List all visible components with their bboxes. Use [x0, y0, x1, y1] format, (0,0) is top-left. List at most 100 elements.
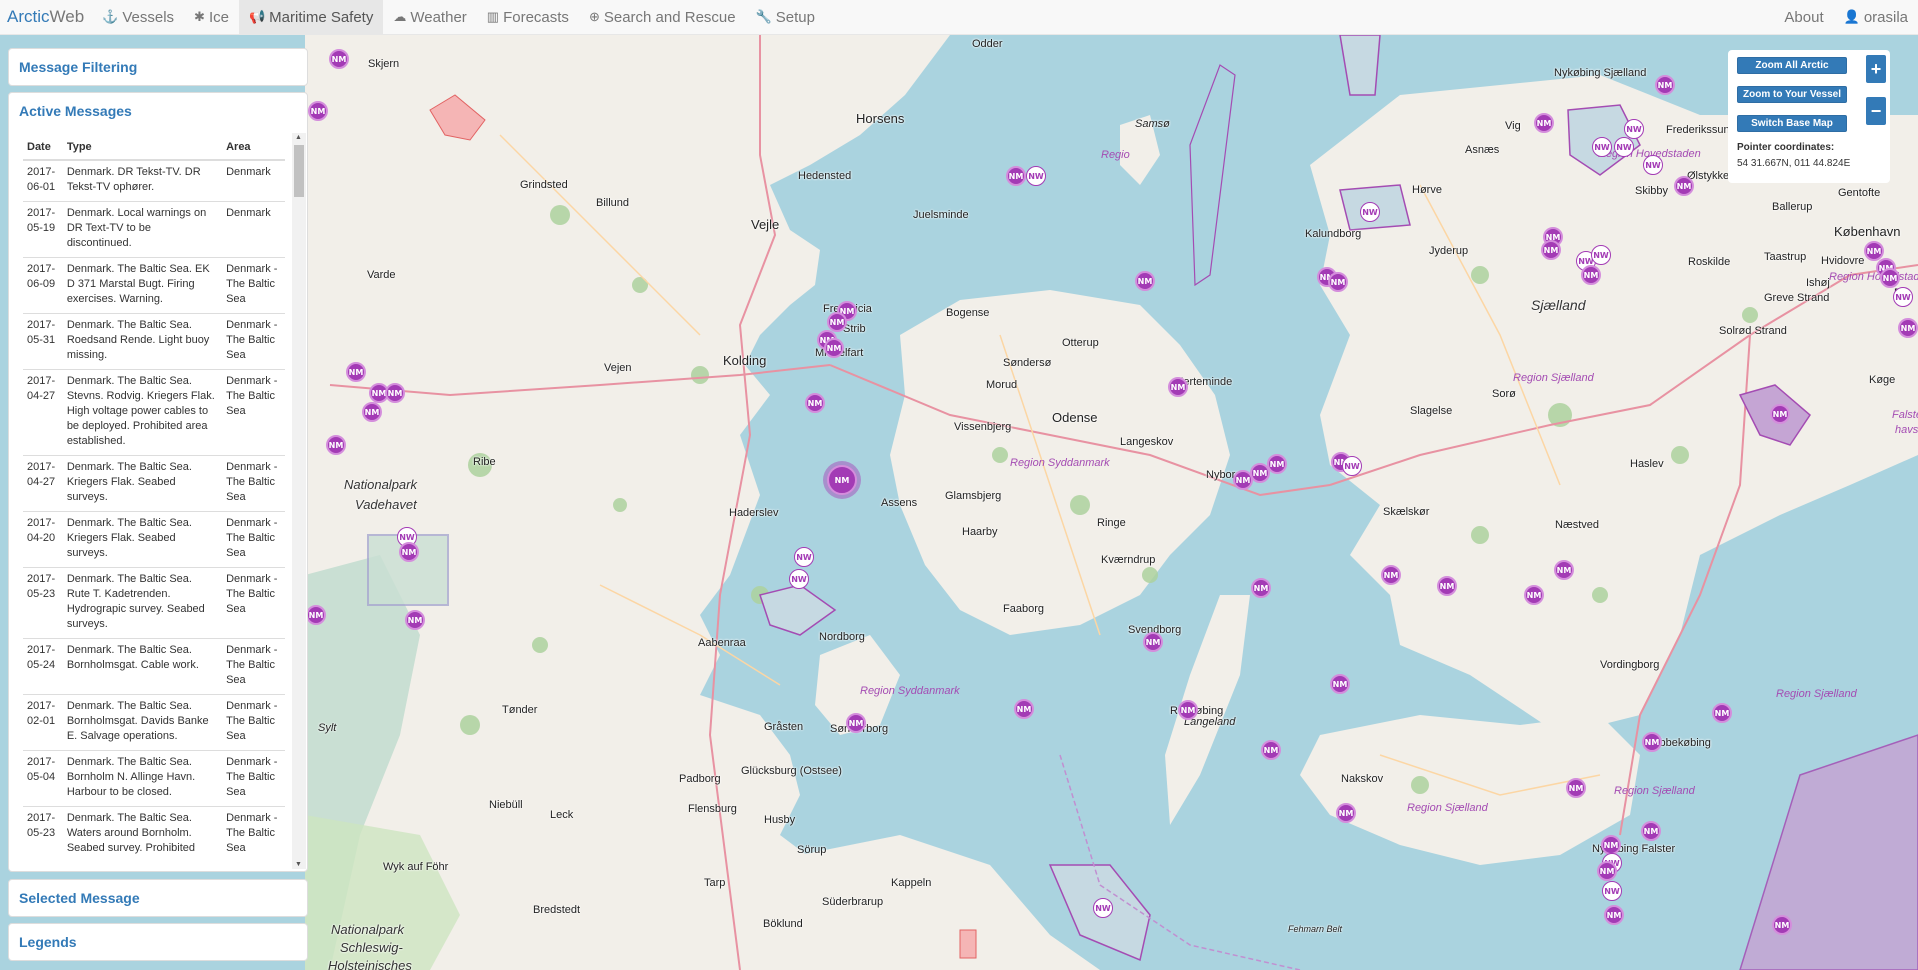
nav-forecasts[interactable]: ▥ Forecasts	[477, 0, 579, 35]
nm-marker[interactable]: NM	[1143, 632, 1163, 652]
nm-marker[interactable]: NM	[306, 605, 326, 625]
nav-setup[interactable]: 🔧 Setup	[746, 0, 825, 35]
nw-marker[interactable]: NW	[1026, 166, 1046, 186]
nav-about[interactable]: About	[1774, 0, 1833, 35]
nw-marker[interactable]: NW	[1360, 202, 1380, 222]
nw-marker[interactable]: NW	[1624, 119, 1644, 139]
scroll-up-icon[interactable]: ▲	[295, 134, 302, 141]
nav-vessels[interactable]: ⚓ Vessels	[92, 0, 184, 35]
scroll-down-icon[interactable]: ▼	[295, 861, 302, 868]
zoom-out-button[interactable]: −	[1866, 97, 1886, 125]
selected-nm-marker[interactable]: NM	[827, 465, 857, 495]
table-row[interactable]: 2017-05-31 Denmark. The Baltic Sea. Roeds…	[23, 313, 285, 370]
nw-marker[interactable]: NW	[789, 569, 809, 589]
nav-ice[interactable]: ✱ Ice	[184, 0, 239, 35]
nm-marker[interactable]: NM	[1554, 560, 1574, 580]
table-row[interactable]: 2017-04-27 Denmark. The Baltic Sea. Krieg…	[23, 455, 285, 512]
nw-marker[interactable]: NW	[1592, 137, 1612, 157]
nm-marker[interactable]: NM	[1880, 268, 1900, 288]
nm-marker[interactable]: NM	[1642, 732, 1662, 752]
nm-marker[interactable]: NM	[1437, 576, 1457, 596]
nm-marker[interactable]: NM	[846, 713, 866, 733]
zoom-in-button[interactable]: +	[1866, 55, 1886, 83]
nm-marker[interactable]: NM	[1641, 821, 1661, 841]
nm-marker[interactable]: NM	[824, 338, 844, 358]
nm-marker[interactable]: NM	[827, 312, 847, 332]
table-row[interactable]: 2017-06-09 Denmark. The Baltic Sea. EK D …	[23, 257, 285, 314]
selected-message-title[interactable]: Selected Message	[9, 880, 307, 916]
nm-marker[interactable]: NM	[1336, 803, 1356, 823]
nw-marker[interactable]: NW	[1591, 245, 1611, 265]
nav-search-rescue[interactable]: ⊕ Search and Rescue	[579, 0, 746, 35]
legends-title[interactable]: Legends	[9, 924, 307, 960]
table-row[interactable]: 2017-02-01 Denmark. The Baltic Sea. Bornh…	[23, 694, 285, 751]
nm-marker[interactable]: NM	[1006, 166, 1026, 186]
table-row[interactable]: 2017-05-19 Denmark. Local warnings on DR …	[23, 201, 285, 258]
nav-maritime-safety[interactable]: 📢 Maritime Safety	[238, 0, 384, 35]
nm-marker[interactable]: NM	[1524, 585, 1544, 605]
nav-user[interactable]: 👤 orasila	[1834, 0, 1918, 35]
nw-marker[interactable]: NW	[1342, 456, 1362, 476]
nm-marker[interactable]: NM	[1534, 113, 1554, 133]
nm-marker[interactable]: NM	[1712, 703, 1732, 723]
scrollbar-thumb[interactable]	[294, 145, 304, 197]
nm-marker[interactable]: NM	[346, 362, 366, 382]
table-row[interactable]: 2017-04-27 Denmark. The Baltic Sea. Stevn…	[23, 369, 285, 456]
nm-marker[interactable]: NM	[326, 435, 346, 455]
nm-marker[interactable]: NM	[805, 393, 825, 413]
nw-marker[interactable]: NW	[1093, 898, 1113, 918]
label-haarby: Haarby	[962, 526, 998, 538]
messages-scrollbar[interactable]: ▲ ▼	[292, 133, 306, 869]
table-row[interactable]: 2017-05-23 Denmark. The Baltic Sea. Water…	[23, 806, 285, 862]
nm-marker[interactable]: NM	[1014, 699, 1034, 719]
nm-marker[interactable]: NM	[1581, 265, 1601, 285]
message-filtering-panel[interactable]: Message Filtering	[8, 48, 308, 86]
nm-marker[interactable]: NM	[1541, 240, 1561, 260]
nm-marker[interactable]: NM	[399, 542, 419, 562]
nm-marker[interactable]: NM	[1772, 915, 1792, 935]
nm-marker[interactable]: NM	[1604, 905, 1624, 925]
table-row[interactable]: 2017-05-04 Denmark. The Baltic Sea. Bornh…	[23, 750, 285, 807]
nm-marker[interactable]: NM	[308, 101, 328, 121]
nm-marker[interactable]: NM	[1135, 271, 1155, 291]
table-row[interactable]: 2017-04-20 Denmark. The Baltic Sea. Krieg…	[23, 511, 285, 568]
nm-marker[interactable]: NM	[1267, 454, 1287, 474]
nm-marker[interactable]: NM	[1770, 404, 1790, 424]
nw-marker[interactable]: NW	[1614, 137, 1634, 157]
nm-marker[interactable]: NM	[1381, 565, 1401, 585]
nm-marker[interactable]: NM	[329, 49, 349, 69]
nm-marker[interactable]: NM	[362, 402, 382, 422]
switch-base-map-button[interactable]: Switch Base Map	[1737, 115, 1847, 132]
nm-marker[interactable]: NM	[1898, 318, 1918, 338]
selected-message-panel[interactable]: Selected Message	[8, 879, 308, 917]
nm-marker[interactable]: NM	[1674, 176, 1694, 196]
nw-marker[interactable]: NW	[1602, 881, 1622, 901]
table-row[interactable]: 2017-05-23 Denmark. The Baltic Sea. Rute …	[23, 567, 285, 639]
nw-marker[interactable]: NW	[1893, 287, 1913, 307]
nm-marker[interactable]: NM	[385, 383, 405, 403]
nw-marker[interactable]: NW	[1643, 155, 1663, 175]
nm-marker[interactable]: NM	[1168, 377, 1188, 397]
nm-marker[interactable]: NM	[1597, 861, 1617, 881]
zoom-all-arctic-button[interactable]: Zoom All Arctic	[1737, 57, 1847, 74]
table-row[interactable]: 2017-05-24 Denmark. The Baltic Sea. Bornh…	[23, 638, 285, 695]
label-kappeln: Kappeln	[891, 877, 932, 889]
nm-marker[interactable]: NM	[1261, 740, 1281, 760]
nm-marker[interactable]: NM	[405, 610, 425, 630]
legends-panel[interactable]: Legends	[8, 923, 308, 961]
nm-marker[interactable]: NM	[1330, 674, 1350, 694]
brand-logo[interactable]: Arctic Web	[0, 0, 92, 35]
table-row[interactable]: 2017-06-01 Denmark. DR Tekst-TV. DR Tekst…	[23, 159, 285, 202]
zoom-to-vessel-button[interactable]: Zoom to Your Vessel	[1737, 86, 1847, 103]
nm-marker[interactable]: NM	[1251, 578, 1271, 598]
nm-marker[interactable]: NM	[1566, 778, 1586, 798]
nm-marker[interactable]: NM	[1655, 75, 1675, 95]
nav-weather[interactable]: ☁ Weather	[383, 0, 476, 35]
messages-list[interactable]: Date Type Area 2017-06-01 Denmark. DR Tek…	[23, 135, 285, 865]
nm-marker[interactable]: NM	[1601, 835, 1621, 855]
active-messages-title[interactable]: Active Messages	[9, 93, 307, 129]
nm-marker[interactable]: NM	[1178, 700, 1198, 720]
nm-marker[interactable]: NM	[1328, 272, 1348, 292]
message-filtering-title[interactable]: Message Filtering	[9, 49, 307, 85]
nw-marker[interactable]: NW	[794, 547, 814, 567]
